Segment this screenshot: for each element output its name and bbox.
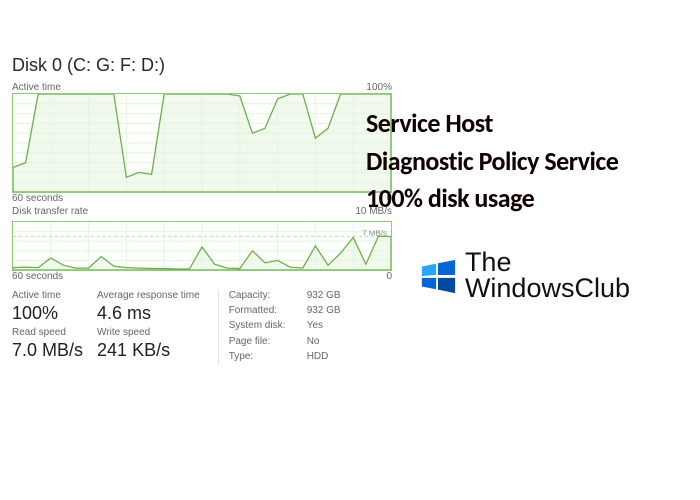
stat-avg-resp-value: 4.6 ms bbox=[97, 303, 200, 325]
prop-system-label: System disk: bbox=[229, 320, 301, 334]
transfer-xleft: 60 seconds bbox=[12, 271, 63, 282]
disk-title: Disk 0 (C: G: F: D:) bbox=[12, 55, 392, 76]
overlay-caption: Service Host Diagnostic Policy Service 1… bbox=[366, 105, 686, 218]
prop-formatted-value: 932 GB bbox=[307, 305, 341, 319]
active-time-label: Active time bbox=[12, 82, 61, 93]
logo-text: The WindowsClub bbox=[465, 250, 630, 301]
stats-row: Active time 100% Average response time 4… bbox=[12, 290, 392, 365]
transfer-chart: 7 MB/s bbox=[12, 221, 392, 271]
stat-write-value: 241 KB/s bbox=[97, 340, 200, 362]
transfer-header: Disk transfer rate 10 MB/s bbox=[12, 206, 392, 217]
prop-type-value: HDD bbox=[307, 351, 341, 365]
overlay-line3: 100% disk usage bbox=[366, 180, 686, 218]
prop-formatted-label: Formatted: bbox=[229, 305, 301, 319]
active-time-header: Active time 100% bbox=[12, 82, 392, 93]
logo-line1: The bbox=[465, 250, 630, 276]
active-time-xleft: 60 seconds bbox=[12, 193, 63, 204]
stat-avg-resp-label: Average response time bbox=[97, 290, 200, 301]
thewindowsclub-logo: The WindowsClub bbox=[419, 250, 630, 301]
logo-line2: WindowsClub bbox=[465, 276, 630, 302]
prop-capacity-label: Capacity: bbox=[229, 290, 301, 304]
overlay-line1: Service Host bbox=[366, 105, 686, 143]
active-time-xaxis: 60 seconds 0 bbox=[12, 193, 392, 204]
disk-properties: Capacity: 932 GB Formatted: 932 GB Syste… bbox=[218, 290, 341, 365]
prop-capacity-value: 932 GB bbox=[307, 290, 341, 304]
stat-active-time-label: Active time bbox=[12, 290, 83, 301]
transfer-xaxis: 60 seconds 0 bbox=[12, 271, 392, 282]
prop-type-label: Type: bbox=[229, 351, 301, 365]
prop-pagefile-value: No bbox=[307, 336, 341, 350]
transfer-label: Disk transfer rate bbox=[12, 206, 88, 217]
stat-read-value: 7.0 MB/s bbox=[12, 340, 83, 362]
disk-performance-panel: Disk 0 (C: G: F: D:) Active time 100% bbox=[12, 55, 392, 365]
active-time-chart bbox=[12, 93, 392, 193]
prop-pagefile-label: Page file: bbox=[229, 336, 301, 350]
stat-write-label: Write speed bbox=[97, 327, 200, 338]
prop-system-value: Yes bbox=[307, 320, 341, 334]
transfer-xright: 0 bbox=[386, 271, 392, 282]
stat-block-left: Active time 100% Average response time 4… bbox=[12, 290, 200, 365]
stat-read-label: Read speed bbox=[12, 327, 83, 338]
overlay-line2: Diagnostic Policy Service bbox=[366, 143, 686, 181]
active-time-max: 100% bbox=[366, 82, 392, 93]
stat-active-time-value: 100% bbox=[12, 303, 83, 325]
windows-flag-icon bbox=[419, 257, 457, 295]
